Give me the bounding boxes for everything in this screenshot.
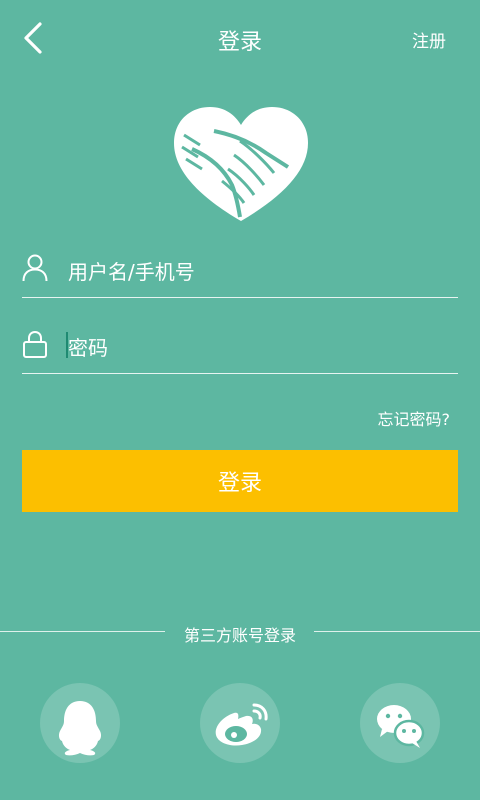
forgot-password-link[interactable]: 忘记密码? — [378, 406, 451, 430]
header-bar: 登录 注册 — [0, 0, 480, 78]
qq-icon — [58, 701, 102, 756]
weibo-icon — [215, 703, 268, 746]
login-button[interactable]: 登录 — [22, 450, 458, 512]
lock-icon — [23, 330, 47, 358]
page-title: 登录 — [217, 30, 262, 55]
handshake-heart-logo — [170, 105, 312, 223]
username-placeholder: 用户名/手机号 — [68, 260, 195, 284]
register-link[interactable]: 注册 — [412, 27, 446, 52]
wechat-icon — [377, 705, 425, 748]
username-underline — [22, 297, 458, 298]
password-field[interactable]: 密码 — [22, 320, 458, 374]
user-icon — [22, 254, 48, 282]
qq-login-button[interactable] — [40, 683, 120, 763]
username-field[interactable]: 用户名/手机号 — [22, 244, 458, 298]
third-party-login-divider: 第三方账号登录 — [0, 620, 480, 645]
password-underline — [22, 373, 458, 374]
weibo-login-button[interactable] — [200, 683, 280, 763]
divider-line-right — [314, 631, 480, 632]
third-party-label: 第三方账号登录 — [183, 626, 296, 645]
password-placeholder: 密码 — [68, 336, 108, 360]
wechat-login-button[interactable] — [360, 683, 440, 763]
